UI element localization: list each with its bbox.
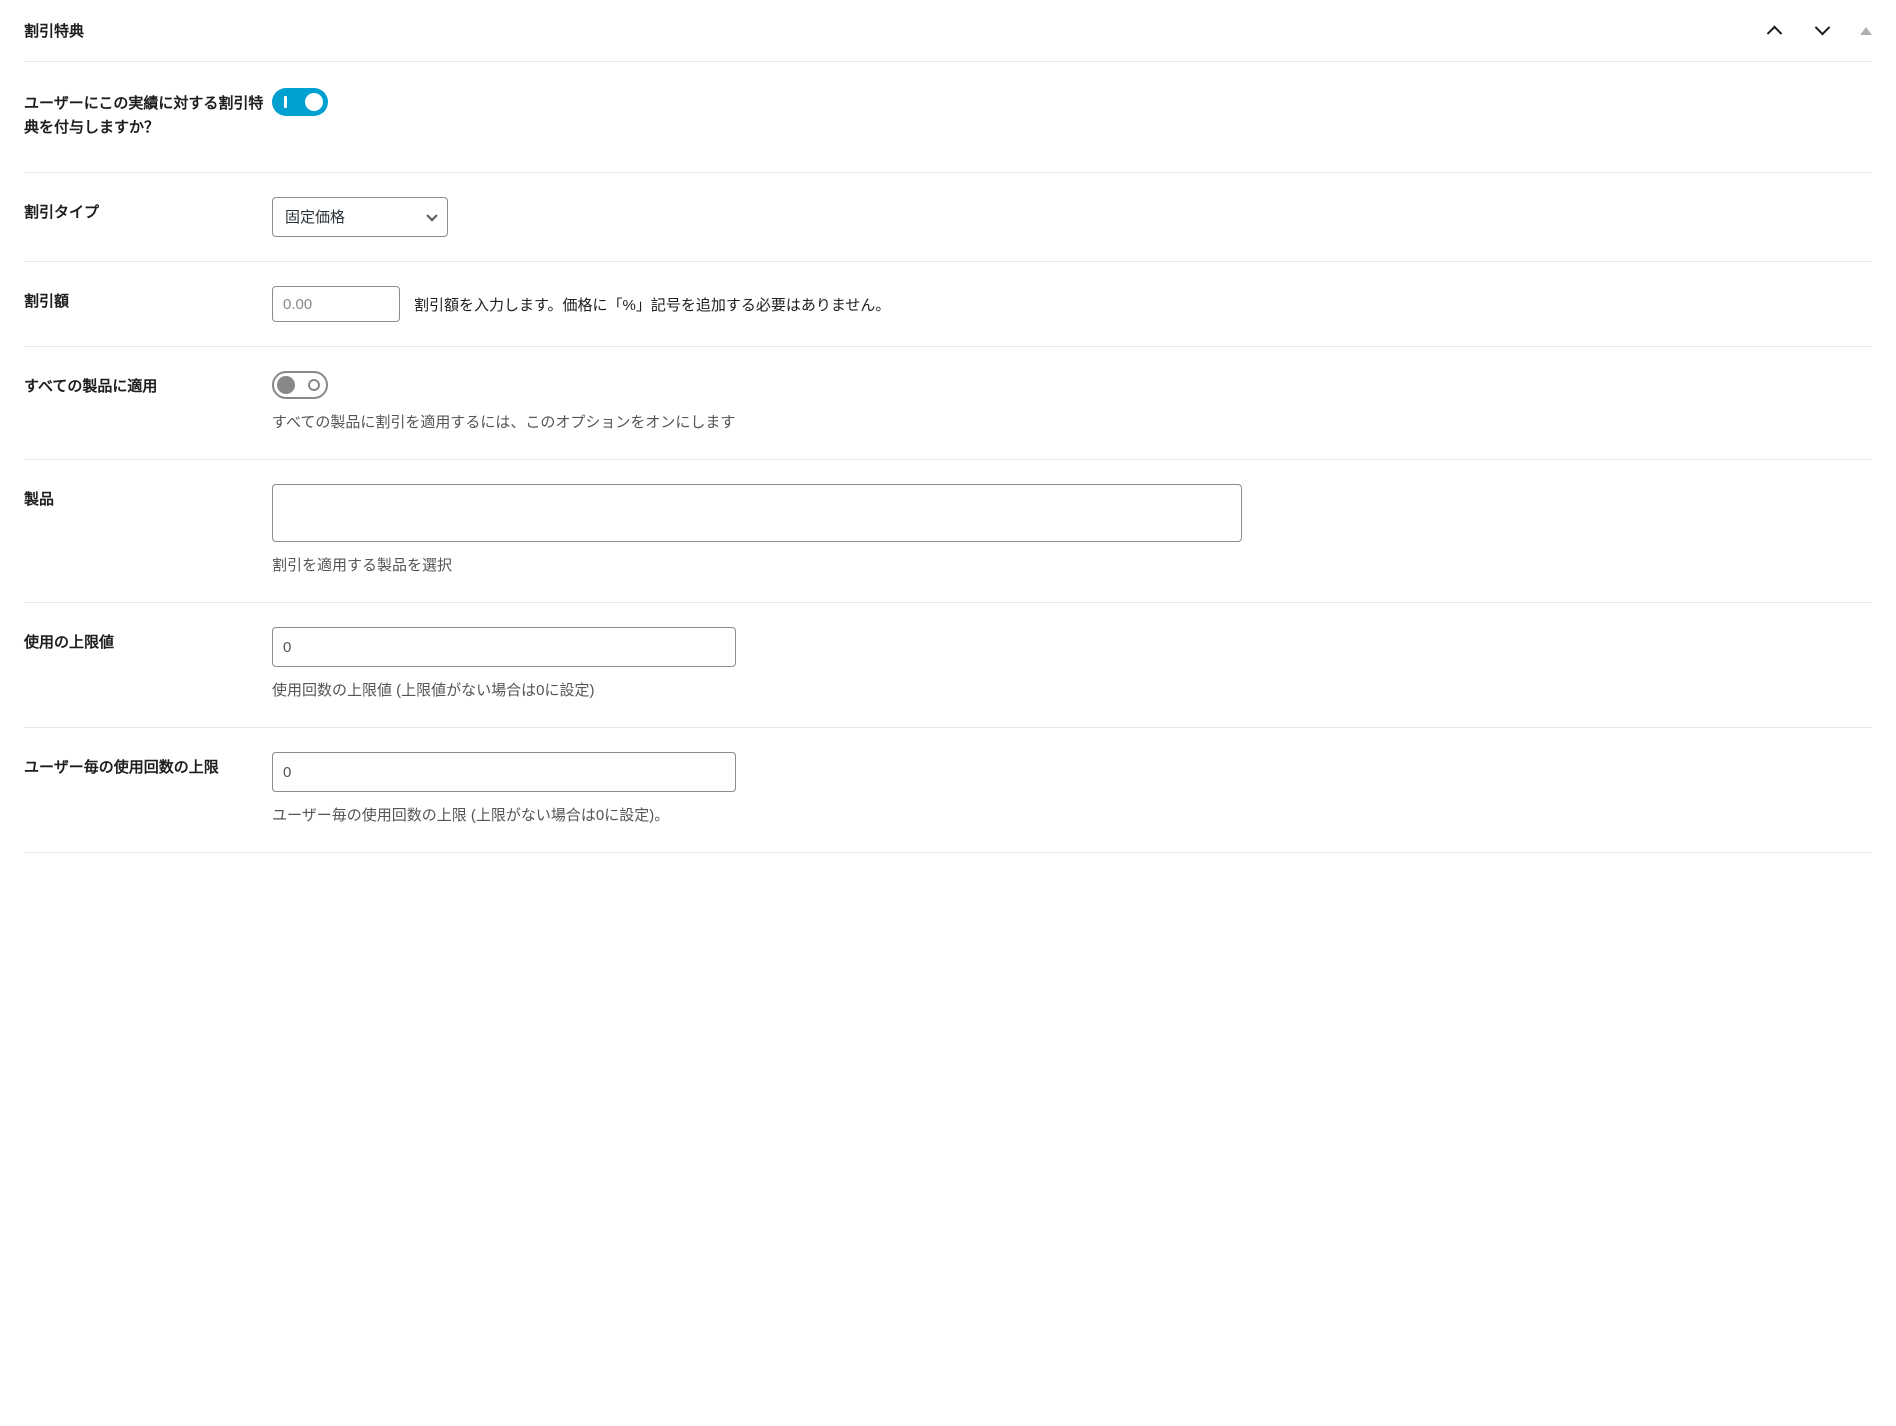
select-wrapper-discount-type: 固定価格 bbox=[272, 197, 448, 237]
help-apply-all-products: すべての製品に割引を適用するには、このオプションをオンにします bbox=[272, 411, 1872, 435]
label-products: 製品 bbox=[24, 484, 272, 512]
multiselect-products[interactable] bbox=[272, 484, 1242, 542]
row-usage-limit-per-user: ユーザー毎の使用回数の上限 ユーザー毎の使用回数の上限 (上限がない場合は0に設… bbox=[24, 728, 1872, 853]
panel-header: 割引特典 bbox=[24, 20, 1872, 61]
row-discount-type: 割引タイプ 固定価格 bbox=[24, 173, 1872, 262]
toggle-apply-all-products[interactable] bbox=[272, 371, 328, 399]
help-discount-amount: 割引額を入力します。価格に「%」記号を追加する必要はありません。 bbox=[414, 294, 890, 315]
input-usage-limit[interactable] bbox=[272, 627, 736, 667]
panel-controls bbox=[1764, 21, 1872, 41]
input-usage-limit-per-user[interactable] bbox=[272, 752, 736, 792]
panel-title: 割引特典 bbox=[24, 20, 84, 41]
control-usage-limit-per-user: ユーザー毎の使用回数の上限 (上限がない場合は0に設定)。 bbox=[272, 752, 1872, 828]
input-discount-amount[interactable] bbox=[272, 286, 400, 322]
row-apply-all-products: すべての製品に適用 すべての製品に割引を適用するには、このオプションをオンにしま… bbox=[24, 347, 1872, 460]
toggle-thumb bbox=[305, 93, 323, 111]
row-discount-amount: 割引額 割引額を入力します。価格に「%」記号を追加する必要はありません。 bbox=[24, 262, 1872, 347]
toggle-thumb bbox=[277, 376, 295, 394]
row-grant-discount: ユーザーにこの実績に対する割引特典を付与しますか？ bbox=[24, 61, 1872, 173]
move-up-icon[interactable] bbox=[1764, 21, 1784, 41]
label-discount-type: 割引タイプ bbox=[24, 197, 272, 225]
help-usage-limit: 使用回数の上限値 (上限値がない場合は0に設定) bbox=[272, 679, 1872, 703]
help-usage-limit-per-user: ユーザー毎の使用回数の上限 (上限がない場合は0に設定)。 bbox=[272, 804, 1872, 828]
label-discount-amount: 割引額 bbox=[24, 286, 272, 314]
control-apply-all-products: すべての製品に割引を適用するには、このオプションをオンにします bbox=[272, 371, 1872, 435]
collapse-icon[interactable] bbox=[1860, 27, 1872, 35]
control-products: 割引を適用する製品を選択 bbox=[272, 484, 1872, 578]
label-grant-discount: ユーザーにこの実績に対する割引特典を付与しますか？ bbox=[24, 88, 272, 140]
move-down-icon[interactable] bbox=[1812, 21, 1832, 41]
select-discount-type[interactable]: 固定価格 bbox=[272, 197, 448, 237]
row-usage-limit: 使用の上限値 使用回数の上限値 (上限値がない場合は0に設定) bbox=[24, 603, 1872, 728]
control-usage-limit: 使用回数の上限値 (上限値がない場合は0に設定) bbox=[272, 627, 1872, 703]
label-apply-all-products: すべての製品に適用 bbox=[24, 371, 272, 399]
row-products: 製品 割引を適用する製品を選択 bbox=[24, 460, 1872, 603]
control-grant-discount bbox=[272, 88, 1872, 116]
label-usage-limit-per-user: ユーザー毎の使用回数の上限 bbox=[24, 752, 272, 780]
control-discount-type: 固定価格 bbox=[272, 197, 1872, 237]
help-products: 割引を適用する製品を選択 bbox=[272, 554, 1872, 578]
label-usage-limit: 使用の上限値 bbox=[24, 627, 272, 655]
toggle-grant-discount[interactable] bbox=[272, 88, 328, 116]
control-discount-amount: 割引額を入力します。価格に「%」記号を追加する必要はありません。 bbox=[272, 286, 1872, 322]
